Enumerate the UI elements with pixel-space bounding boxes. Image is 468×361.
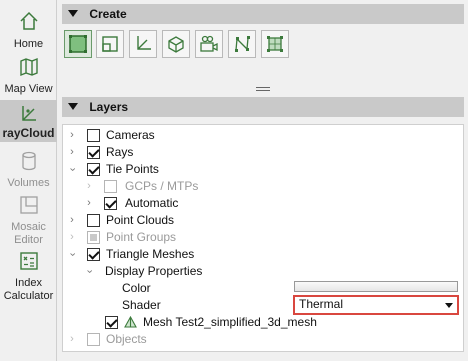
tree-row-tie-points: › Tie Points — [63, 161, 463, 178]
sidebar-item-label: Index Calculator — [3, 277, 54, 302]
expand-chevron-icon[interactable]: › — [67, 331, 77, 348]
tree-label-objects: Objects — [106, 332, 147, 346]
expand-chevron-icon[interactable]: › — [67, 144, 77, 161]
checkbox-triangle-meshes[interactable] — [87, 248, 100, 261]
checkbox-gcps[interactable] — [104, 180, 117, 193]
checkbox-tie-points[interactable] — [87, 163, 100, 176]
layers-tree: › Cameras › Rays › Tie Points › GCPs / M… — [62, 124, 464, 352]
tree-row-point-groups: › Point Groups — [63, 229, 463, 246]
collapse-chevron-icon[interactable]: › — [64, 250, 81, 260]
axes-icon — [137, 36, 151, 50]
tree-label-tie-points: Tie Points — [106, 162, 159, 176]
collapse-triangle-icon — [68, 103, 78, 111]
sidebar-item-raycloud[interactable]: rayCloud — [0, 100, 57, 142]
crop-box-icon — [102, 36, 118, 52]
sidebar-item-volumes[interactable]: Volumes — [0, 150, 57, 192]
tree-row-mesh: Mesh Test2_simplified_3d_mesh — [63, 314, 463, 331]
sidebar-item-mosaic-editor[interactable]: Mosaic Editor — [0, 194, 57, 246]
sidebar-item-map-view[interactable]: Map View — [0, 56, 57, 98]
tool-surface-button[interactable] — [261, 30, 289, 58]
checkbox-cameras[interactable] — [87, 129, 100, 142]
video-camera-icon — [200, 35, 218, 52]
checkbox-objects[interactable] — [87, 333, 100, 346]
sidebar-item-label: rayCloud — [2, 126, 55, 140]
shader-dropdown[interactable]: Thermal — [293, 295, 459, 315]
color-picker-field[interactable] — [294, 281, 458, 292]
create-section-header[interactable]: Create — [62, 4, 464, 24]
left-sidebar: Home Map View rayCloud Volumes Mosaic Ed… — [0, 0, 57, 361]
tree-label-point-clouds: Point Clouds — [106, 213, 175, 227]
collapse-chevron-icon[interactable]: › — [64, 165, 81, 175]
collapse-triangle-icon — [68, 10, 78, 18]
polyline-icon — [235, 36, 250, 52]
layers-section-header[interactable]: Layers — [62, 97, 464, 117]
volumes-icon — [21, 151, 36, 171]
main-panel: Create Layers › Cameras › Rays › Tie Poi… — [62, 0, 464, 361]
panel-splitter-handle[interactable] — [256, 87, 270, 93]
raycloud-icon — [21, 106, 36, 121]
checkbox-point-groups[interactable] — [87, 231, 100, 244]
sidebar-item-label: Volumes — [7, 177, 50, 189]
checkbox-rays[interactable] — [87, 146, 100, 159]
tree-row-automatic: › Automatic — [63, 195, 463, 212]
checkbox-automatic[interactable] — [104, 197, 117, 210]
mesh-icon — [124, 316, 137, 328]
shader-selected-value: Thermal — [299, 297, 344, 311]
layers-title: Layers — [89, 100, 129, 114]
tree-row-point-clouds: › Point Clouds — [63, 212, 463, 229]
sidebar-item-label: Home — [13, 38, 44, 50]
tool-video-camera-button[interactable] — [195, 30, 223, 58]
tree-label-rays: Rays — [106, 145, 134, 159]
home-icon — [19, 11, 38, 30]
tool-select-rectangle-button[interactable] — [64, 30, 92, 58]
tool-crop-box-button[interactable] — [96, 30, 124, 58]
sidebar-item-label: Map View — [4, 83, 53, 95]
checkbox-point-clouds[interactable] — [87, 214, 100, 227]
expand-chevron-icon[interactable]: › — [67, 127, 77, 144]
create-title: Create — [89, 7, 127, 21]
sidebar-item-label: Mosaic Editor — [11, 221, 46, 246]
sidebar-item-index-calculator[interactable]: Index Calculator — [0, 250, 57, 306]
dropdown-arrow-icon — [445, 303, 453, 308]
expand-chevron-icon[interactable]: › — [84, 178, 94, 195]
tree-label-point-groups: Point Groups — [106, 230, 177, 244]
collapse-chevron-icon[interactable]: › — [81, 267, 98, 277]
index-calculator-icon — [19, 252, 38, 270]
shader-label: Shader — [122, 298, 161, 312]
surface-icon — [267, 36, 283, 52]
tree-row-display-properties: › Display Properties — [63, 263, 463, 280]
color-label: Color — [122, 281, 151, 295]
tree-label-automatic: Automatic — [125, 196, 179, 210]
tool-axes-button[interactable] — [129, 30, 157, 58]
map-icon — [19, 57, 38, 77]
mosaic-editor-icon — [19, 196, 38, 214]
select-rectangle-icon — [69, 35, 87, 53]
tree-row-cameras: › Cameras — [63, 127, 463, 144]
tree-row-rays: › Rays — [63, 144, 463, 161]
tree-label-display-properties: Display Properties — [105, 264, 203, 278]
expand-chevron-icon[interactable]: › — [67, 229, 77, 246]
tree-row-gcps: › GCPs / MTPs — [63, 178, 463, 195]
checkbox-mesh[interactable] — [105, 316, 118, 329]
tree-label-gcps: GCPs / MTPs — [125, 179, 199, 193]
tool-cube-button[interactable] — [162, 30, 190, 58]
expand-chevron-icon[interactable]: › — [67, 212, 77, 229]
tree-row-triangle-meshes: › Triangle Meshes — [63, 246, 463, 263]
cube-icon — [168, 36, 184, 53]
expand-chevron-icon[interactable]: › — [84, 195, 94, 212]
sidebar-item-home[interactable]: Home — [0, 10, 57, 55]
tree-label-mesh: Mesh Test2_simplified_3d_mesh — [143, 315, 317, 329]
tree-row-objects: › Objects — [63, 331, 463, 348]
tree-label-triangle-meshes: Triangle Meshes — [106, 247, 195, 261]
tree-label-cameras: Cameras — [106, 128, 155, 142]
tool-polyline-button[interactable] — [228, 30, 256, 58]
